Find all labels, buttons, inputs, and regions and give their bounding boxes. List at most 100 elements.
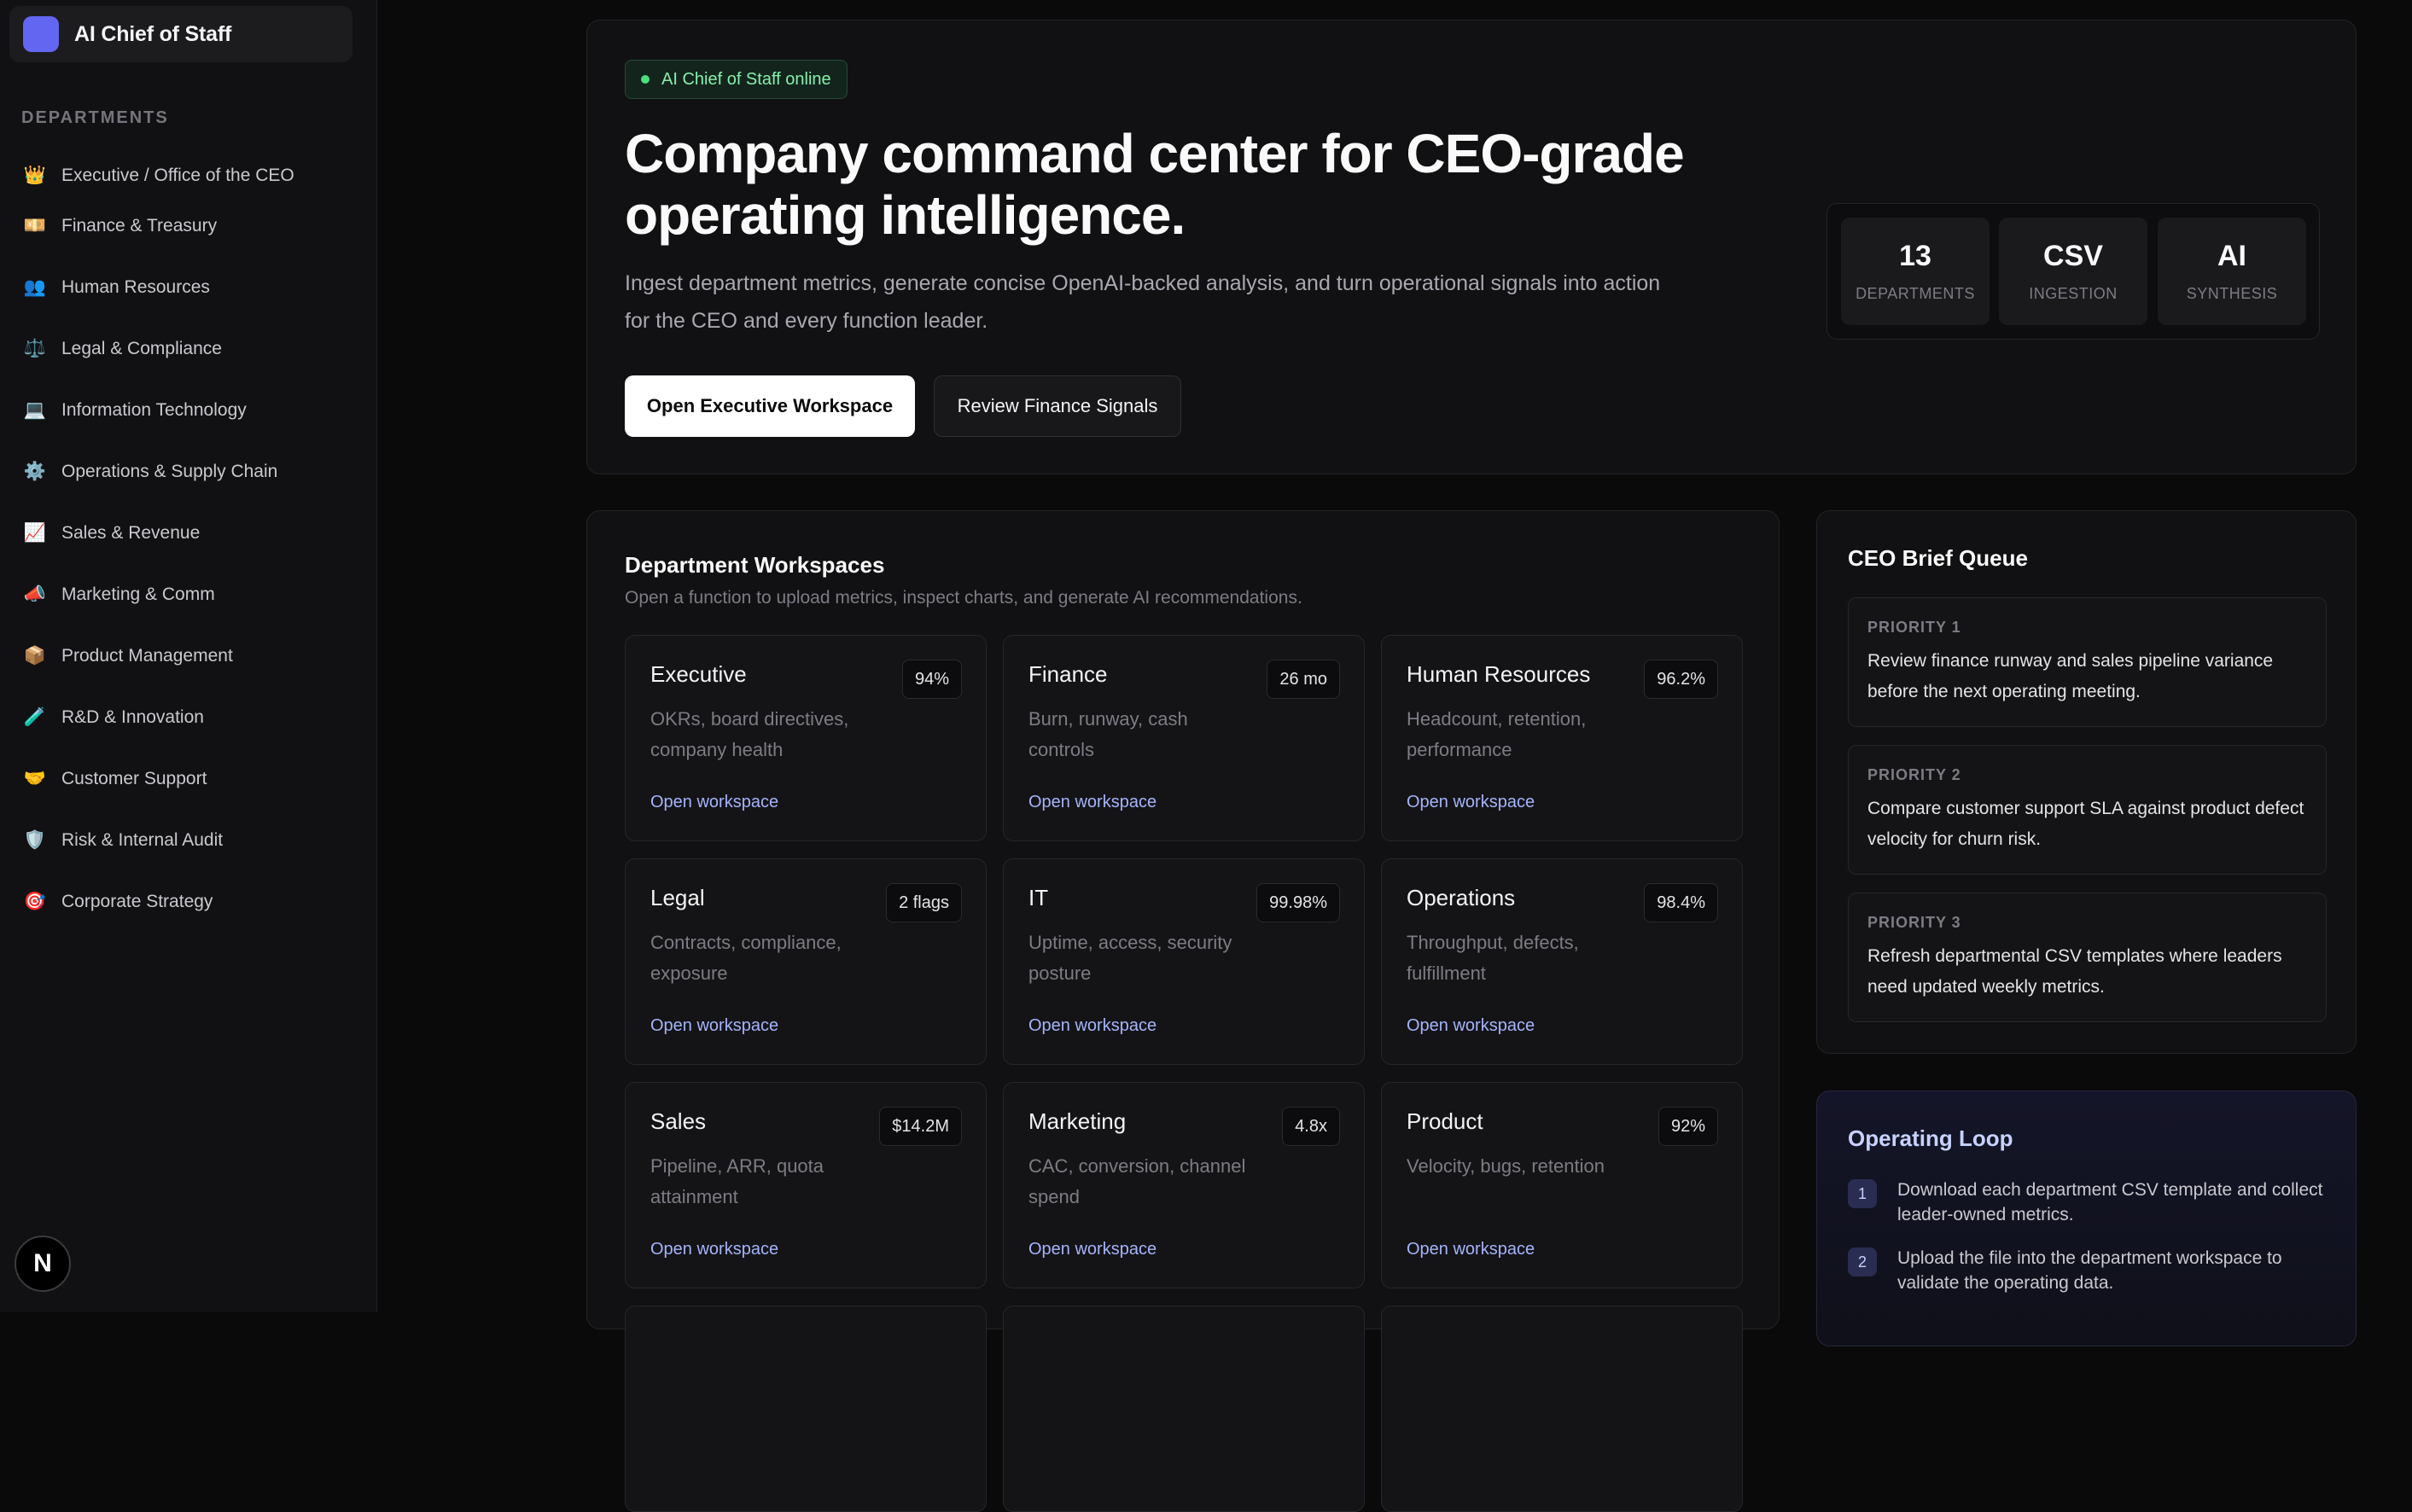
department-nav: 👑 Executive / Office of the CEO 💴 Finance … [22, 155, 355, 933]
sidebar-item-label: Product Management [61, 646, 233, 666]
hero-description: Ingest department metrics, generate conc… [625, 271, 1661, 333]
metric-badge: 98.4% [1644, 883, 1718, 922]
sidebar-item-label: Finance & Treasury [61, 216, 218, 236]
megaphone-icon: 📣 [23, 584, 47, 604]
open-workspace-link[interactable]: Open workspace [650, 793, 778, 812]
workspace-card[interactable] [1381, 1306, 1743, 1512]
framework-badge[interactable]: N [15, 1236, 71, 1292]
sidebar: AI Chief of Staff DEPARTMENTS 👑 Executive… [0, 0, 377, 1312]
gear-icon: ⚙️ [23, 462, 47, 481]
sidebar-item-label: Marketing & Comm [61, 584, 215, 604]
workspace-card-marketing[interactable]: Marketing 4.8x CAC, conversion, channel … [1003, 1082, 1365, 1288]
sidebar-item-product[interactable]: 📦 Product Management [22, 625, 355, 687]
stat-label: DEPARTMENTS [1856, 285, 1975, 302]
priority-card[interactable]: PRIORITY 1 Review finance runway and sal… [1848, 597, 2327, 727]
review-finance-signals-button[interactable]: Review Finance Signals [934, 375, 1181, 437]
open-executive-workspace-button[interactable]: Open Executive Workspace [625, 375, 915, 437]
open-workspace-link[interactable]: Open workspace [1028, 793, 1156, 812]
open-workspace-link[interactable]: Open workspace [1407, 1240, 1535, 1259]
open-workspace-link[interactable]: Open workspace [1028, 1240, 1156, 1259]
open-workspace-link[interactable]: Open workspace [650, 1016, 778, 1036]
workspace-description: Velocity, bugs, retention [1407, 1155, 1605, 1177]
workspace-card-product[interactable]: Product 92% Velocity, bugs, retention Op… [1381, 1082, 1743, 1288]
crown-icon: 👑 [23, 165, 47, 185]
workspace-description: Uptime, access, security posture [1028, 932, 1232, 984]
priority-card[interactable]: PRIORITY 3 Refresh departmental CSV temp… [1848, 893, 2327, 1022]
workspace-description: Headcount, retention, performance [1407, 708, 1587, 760]
workspace-card-finance[interactable]: Finance 26 mo Burn, runway, cash control… [1003, 635, 1365, 841]
open-workspace-link[interactable]: Open workspace [1407, 1016, 1535, 1036]
sidebar-item-marketing[interactable]: 📣 Marketing & Comm [22, 564, 355, 625]
priority-card[interactable]: PRIORITY 2 Compare customer support SLA … [1848, 745, 2327, 875]
workspace-card-legal[interactable]: Legal 2 flags Contracts, compliance, exp… [625, 858, 987, 1065]
workspace-card-operations[interactable]: Operations 98.4% Throughput, defects, fu… [1381, 858, 1743, 1065]
brand-header[interactable]: AI Chief of Staff [9, 6, 352, 62]
sidebar-item-rnd[interactable]: 🧪 R&D & Innovation [22, 687, 355, 748]
sidebar-item-strategy[interactable]: 🎯 Corporate Strategy [22, 871, 355, 933]
chart-up-icon: 📈 [23, 523, 47, 543]
sidebar-item-support[interactable]: 🤝 Customer Support [22, 748, 355, 810]
sidebar-item-label: Risk & Internal Audit [61, 830, 224, 850]
sidebar-item-label: R&D & Innovation [61, 707, 204, 727]
banknote-icon: 💴 [23, 216, 47, 236]
sidebar-item-label: Legal & Compliance [61, 339, 222, 358]
workspace-card[interactable] [625, 1306, 987, 1512]
priority-text: Refresh departmental CSV templates where… [1867, 946, 2282, 997]
workspace-description: OKRs, board directives, company health [650, 708, 849, 760]
status-dot-icon [641, 75, 650, 84]
sidebar-item-label: Information Technology [61, 400, 247, 420]
workspace-description: Throughput, defects, fulfillment [1407, 932, 1579, 984]
priority-text: Compare customer support SLA against pro… [1867, 799, 2304, 849]
laptop-icon: 💻 [23, 400, 47, 420]
sidebar-item-operations[interactable]: ⚙️ Operations & Supply Chain [22, 441, 355, 503]
priority-label: PRIORITY 3 [1867, 914, 1961, 931]
workspace-card[interactable] [1003, 1306, 1365, 1512]
workspace-card-it[interactable]: IT 99.98% Uptime, access, security postu… [1003, 858, 1365, 1065]
metric-badge: 94% [901, 660, 962, 699]
workspace-card-hr[interactable]: Human Resources 96.2% Headcount, retenti… [1381, 635, 1743, 841]
sidebar-item-it[interactable]: 💻 Information Technology [22, 380, 355, 441]
step-text: Download each department CSV template an… [1897, 1180, 2323, 1224]
open-workspace-link[interactable]: Open workspace [1407, 793, 1535, 812]
scales-icon: ⚖️ [23, 339, 47, 358]
workspace-card-sales[interactable]: Sales $14.2M Pipeline, ARR, quota attain… [625, 1082, 987, 1288]
workspace-card-executive[interactable]: Executive 94% OKRs, board directives, co… [625, 635, 987, 841]
open-workspace-link[interactable]: Open workspace [650, 1240, 778, 1259]
sidebar-item-label: Customer Support [61, 769, 207, 788]
metric-badge: 4.8x [1282, 1107, 1340, 1146]
workspace-name: Legal [650, 885, 705, 910]
priority-label: PRIORITY 2 [1867, 766, 1961, 783]
package-icon: 📦 [23, 646, 47, 666]
sidebar-item-sales[interactable]: 📈 Sales & Revenue [22, 503, 355, 564]
stat-label: INGESTION [2029, 285, 2118, 302]
step-number: 1 [1848, 1179, 1877, 1208]
sidebar-item-legal[interactable]: ⚖️ Legal & Compliance [22, 318, 355, 380]
sidebar-item-risk[interactable]: 🛡️ Risk & Internal Audit [22, 810, 355, 871]
stat-value: CSV [2043, 240, 2103, 272]
open-workspace-link[interactable]: Open workspace [1028, 1016, 1156, 1036]
sidebar-item-label: Executive / Office of the CEO [61, 165, 294, 185]
target-icon: 🎯 [23, 892, 47, 911]
section-subtitle: Open a function to upload metrics, inspe… [625, 588, 1302, 608]
stat-ingestion: CSV INGESTION [1999, 218, 2147, 325]
shield-icon: 🛡️ [23, 830, 47, 850]
metric-badge: 2 flags [886, 883, 962, 922]
workspace-name: Finance [1028, 661, 1108, 687]
status-badge: AI Chief of Staff online [625, 60, 848, 99]
hero-panel: AI Chief of Staff online Company command… [586, 20, 2357, 474]
sidebar-item-label: Sales & Revenue [61, 523, 201, 543]
section-title: CEO Brief Queue [1848, 545, 2028, 571]
sidebar-item-label: Corporate Strategy [61, 892, 213, 911]
sidebar-item-label: Human Resources [61, 277, 210, 297]
workspace-name: Product [1407, 1108, 1483, 1134]
priority-label: PRIORITY 1 [1867, 619, 1961, 636]
sidebar-item-hr[interactable]: 👥 Human Resources [22, 257, 355, 318]
step-number: 2 [1848, 1247, 1877, 1276]
sidebar-item-executive[interactable]: 👑 Executive / Office of the CEO [22, 155, 355, 195]
workspace-description: CAC, conversion, channel spend [1028, 1155, 1246, 1207]
sidebar-item-finance[interactable]: 💴 Finance & Treasury [22, 195, 355, 257]
ceo-brief-queue-panel: CEO Brief Queue PRIORITY 1 Review financ… [1816, 510, 2357, 1054]
brand-logo [23, 16, 59, 52]
stat-value: 13 [1899, 240, 1931, 272]
stat-synthesis: AI SYNTHESIS [2158, 218, 2306, 325]
